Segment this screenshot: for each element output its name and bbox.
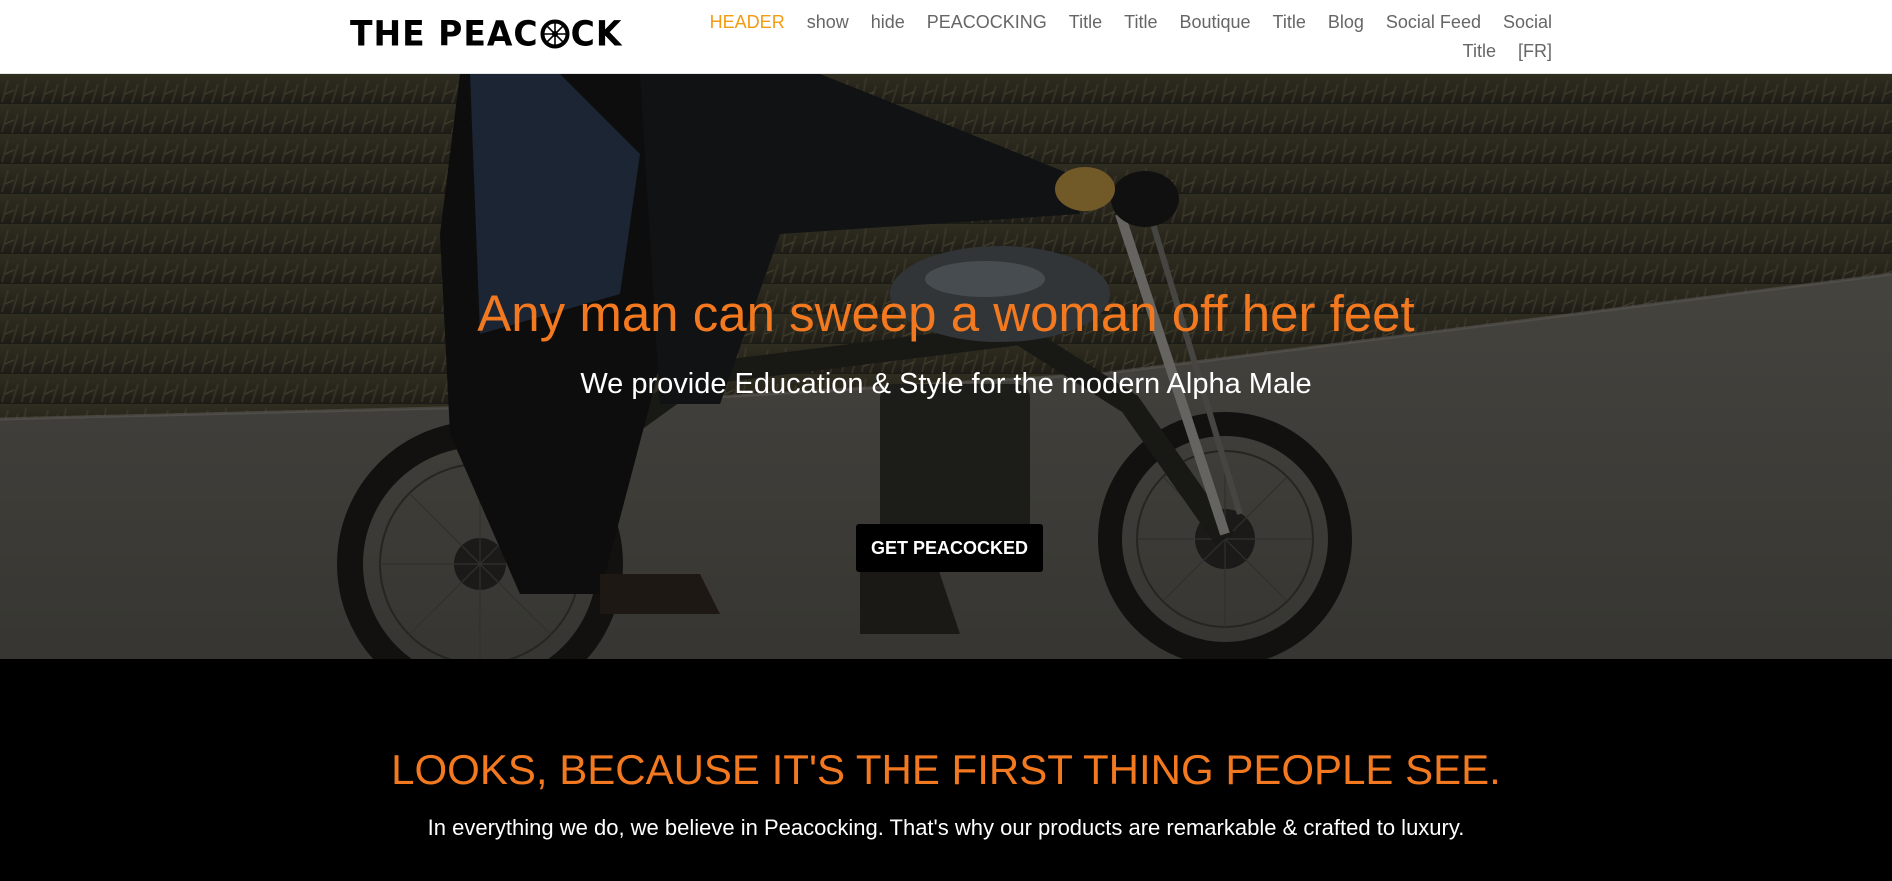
get-peacocked-button[interactable]: GET PEACOCKED	[856, 524, 1043, 572]
nav-item-show[interactable]: show	[796, 8, 860, 37]
nav-row-1: HEADER show hide PEACOCKING Title Title …	[700, 8, 1552, 37]
spoked-wheel-icon	[540, 19, 570, 49]
nav-item-social-title[interactable]: Social	[1492, 8, 1552, 37]
nav-item-social-feed[interactable]: Social Feed	[1375, 8, 1492, 37]
intro-section: LOOKS, BECAUSE IT'S THE FIRST THING PEOP…	[0, 659, 1892, 881]
hero-title: Any man can sweep a woman off her feet	[477, 285, 1415, 342]
nav-item-hide[interactable]: hide	[860, 8, 916, 37]
nav-item-blog[interactable]: Blog	[1317, 8, 1375, 37]
nav-row-2: Title [FR]	[700, 37, 1552, 66]
main-nav: HEADER show hide PEACOCKING Title Title …	[700, 0, 1552, 66]
nav-item-peacocking[interactable]: PEACOCKING	[916, 8, 1058, 37]
nav-item-header[interactable]: HEADER	[699, 8, 796, 37]
nav-item-title-3[interactable]: Title	[1262, 8, 1317, 37]
nav-item-boutique[interactable]: Boutique	[1168, 8, 1261, 37]
logo-text-end: CK	[570, 13, 623, 54]
intro-text: In everything we do, we believe in Peaco…	[427, 815, 1465, 840]
site-logo[interactable]: THE PEAC CK	[350, 13, 623, 54]
nav-item-title-1[interactable]: Title	[1058, 8, 1113, 37]
intro-title: LOOKS, BECAUSE IT'S THE FIRST THING PEOP…	[391, 746, 1501, 793]
logo-text-start: THE PEAC	[350, 13, 539, 54]
hero-subtitle: We provide Education & Style for the mod…	[580, 368, 1312, 400]
nav-item-social-title-cont[interactable]: Title	[1452, 37, 1507, 66]
nav-item-title-2[interactable]: Title	[1113, 8, 1168, 37]
hero-section: Any man can sweep a woman off her feet W…	[0, 74, 1892, 659]
nav-item-language-fr[interactable]: [FR]	[1507, 37, 1552, 66]
site-header: THE PEAC CK HEADER show hide PEACOCKING …	[0, 0, 1892, 74]
